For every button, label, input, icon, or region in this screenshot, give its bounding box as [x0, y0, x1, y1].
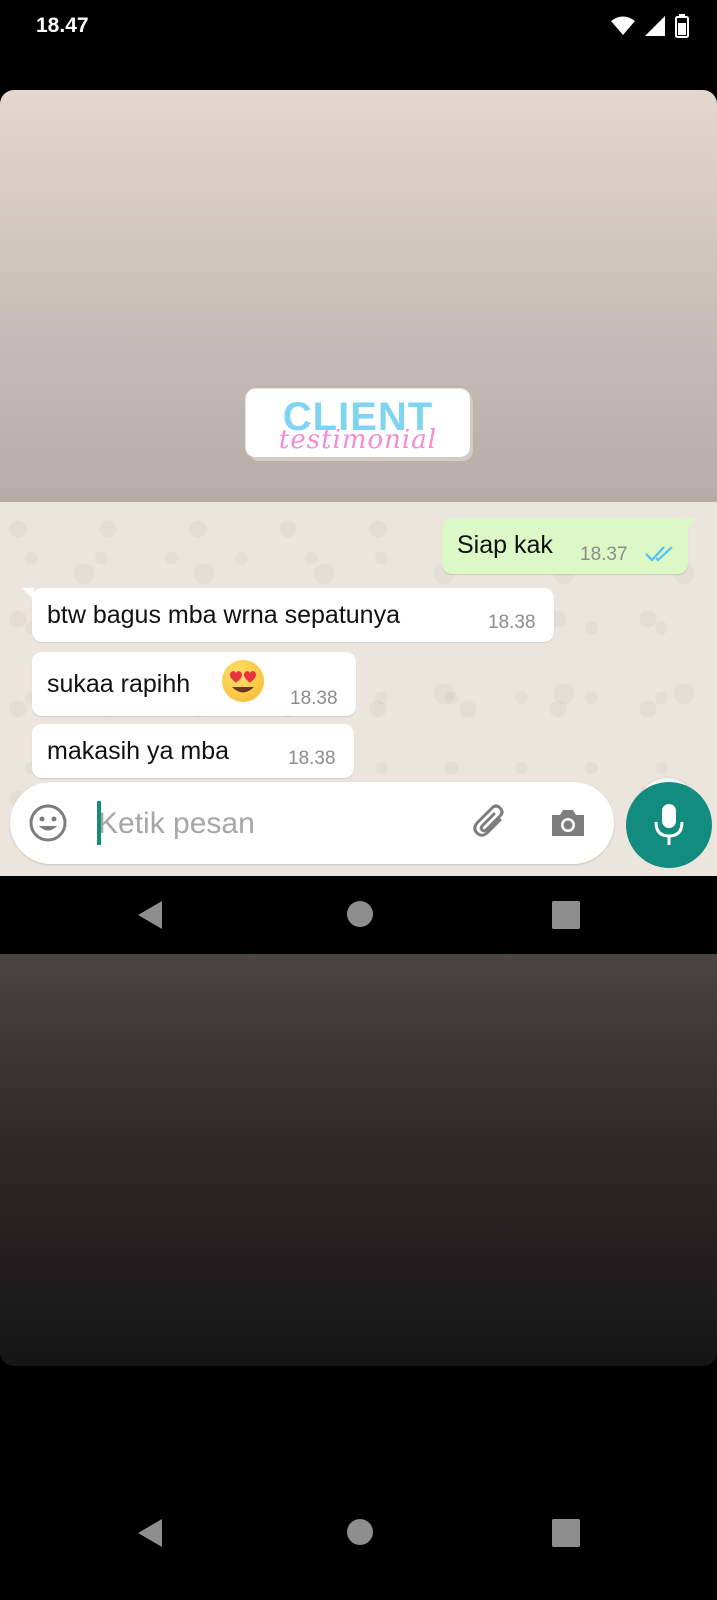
- message-text: Siap kak: [457, 531, 553, 559]
- message-time: 18.38: [290, 688, 338, 709]
- home-icon[interactable]: [346, 1518, 374, 1546]
- status-time: 18.47: [36, 14, 89, 37]
- back-icon[interactable]: [136, 900, 164, 930]
- smiley-icon: [29, 804, 67, 842]
- signal-icon: [645, 16, 665, 36]
- battery-icon: [675, 14, 689, 38]
- video-frame: CLIENT testimonial Siap kak 18.37 btw ba…: [0, 90, 717, 1366]
- microphone-icon: [654, 804, 684, 845]
- status-icons: [611, 14, 689, 38]
- text-cursor: [97, 801, 101, 845]
- navigation-bar: [0, 1500, 717, 1600]
- navigation-bar-inner: [0, 876, 717, 954]
- heart-eyes-emoji-icon: [222, 660, 264, 702]
- message-text: sukaa rapihh: [47, 670, 191, 698]
- message-bubble-incoming[interactable]: btw bagus mba wrna sepatunya 18.38: [22, 588, 554, 642]
- message-composer: [10, 782, 614, 864]
- emoji-button[interactable]: [28, 803, 68, 843]
- message-bubble-incoming[interactable]: sukaa rapihh 18.38: [32, 652, 356, 716]
- recents-icon[interactable]: [552, 901, 580, 929]
- paperclip-icon: [473, 804, 504, 837]
- badge-subtitle: testimonial: [278, 425, 438, 455]
- message-time: 18.37: [580, 544, 628, 565]
- message-bubble-incoming[interactable]: makasih ya mba 18.38: [32, 724, 354, 778]
- message-bubble-outgoing[interactable]: Siap kak 18.37: [442, 518, 698, 574]
- client-testimonial-badge: CLIENT testimonial: [246, 389, 470, 457]
- camera-button[interactable]: [548, 803, 588, 843]
- message-input[interactable]: [96, 800, 480, 848]
- recents-icon[interactable]: [552, 1519, 580, 1547]
- double-check-icon: [645, 546, 673, 562]
- wifi-icon: [611, 16, 635, 35]
- camera-icon: [552, 810, 584, 836]
- message-text: btw bagus mba wrna sepatunya: [47, 601, 400, 629]
- message-text: makasih ya mba: [47, 737, 230, 765]
- bottom-gradient-panel: [0, 954, 717, 1366]
- back-icon[interactable]: [136, 1518, 164, 1548]
- message-time: 18.38: [488, 612, 536, 633]
- voice-record-button[interactable]: [626, 782, 712, 868]
- status-bar: 18.47: [0, 0, 717, 52]
- home-icon[interactable]: [346, 900, 374, 928]
- message-time: 18.38: [288, 748, 336, 769]
- attach-button[interactable]: [470, 802, 512, 844]
